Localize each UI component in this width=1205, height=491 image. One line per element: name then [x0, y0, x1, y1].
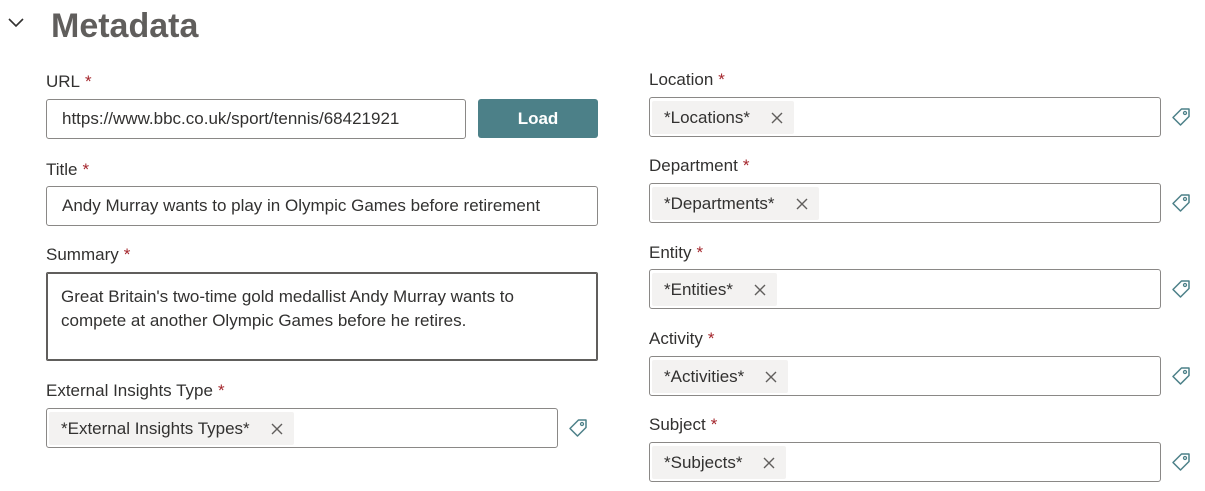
tag-icon[interactable] — [1169, 191, 1193, 215]
required-asterisk: * — [718, 70, 725, 89]
close-icon[interactable] — [762, 456, 776, 470]
tag-label: *Activities* — [664, 366, 745, 386]
required-asterisk: * — [707, 329, 715, 348]
url-label: URL * — [46, 72, 92, 91]
summary-line: compete at another Olympic Games before … — [61, 311, 467, 330]
summary-textarea[interactable]: Great Britain's two-time gold medallist … — [46, 272, 598, 361]
selected-tag: *Subjects* — [652, 446, 787, 479]
close-icon[interactable] — [764, 370, 778, 384]
subject-picker[interactable]: *Subjects* — [649, 442, 1161, 482]
department-label: Department * — [649, 156, 750, 175]
title-input[interactable]: Andy Murray wants to play in Olympic Gam… — [46, 186, 598, 226]
required-asterisk: * — [217, 381, 225, 400]
required-asterisk: * — [85, 72, 92, 91]
location-picker[interactable]: *Locations* — [649, 97, 1161, 137]
subject-label: Subject * — [649, 415, 718, 434]
tag-icon[interactable] — [1169, 450, 1193, 474]
tag-label: *Departments* — [664, 193, 775, 213]
section-title: Metadata — [51, 7, 199, 45]
summary-line: Great Britain's two-time gold medallist … — [61, 287, 514, 306]
tag-label: *Entities* — [664, 279, 733, 299]
tag-label: *External Insights Types* — [61, 418, 250, 438]
tag-icon[interactable] — [1169, 105, 1193, 129]
selected-tag: *Entities* — [652, 273, 777, 306]
close-icon[interactable] — [795, 197, 809, 211]
selected-tag: *Departments* — [652, 187, 819, 220]
external-insights-type-label: External Insights Type * — [46, 381, 225, 400]
location-label: Location * — [649, 70, 725, 89]
activity-label: Activity * — [649, 329, 715, 348]
tag-label: *Locations* — [664, 107, 751, 127]
required-asterisk: * — [123, 245, 131, 264]
title-label: Title * — [46, 160, 90, 179]
tag-icon[interactable] — [566, 416, 590, 440]
required-asterisk: * — [82, 160, 90, 179]
url-input[interactable]: https://www.bbc.co.uk/sport/tennis/68421… — [46, 99, 466, 139]
chevron-down-icon[interactable] — [6, 12, 26, 32]
required-asterisk: * — [696, 243, 704, 262]
tag-icon[interactable] — [1169, 277, 1193, 301]
selected-tag: *External Insights Types* — [49, 412, 294, 445]
selected-tag: *Activities* — [652, 360, 789, 393]
department-picker[interactable]: *Departments* — [649, 183, 1161, 223]
close-icon[interactable] — [753, 283, 767, 297]
required-asterisk: * — [710, 415, 718, 434]
summary-label: Summary * — [46, 245, 131, 264]
close-icon[interactable] — [270, 422, 284, 436]
tag-icon[interactable] — [1169, 364, 1193, 388]
external-insights-type-picker[interactable]: *External Insights Types* — [46, 408, 558, 448]
required-asterisk: * — [742, 156, 750, 175]
tag-label: *Subjects* — [664, 452, 743, 472]
selected-tag: *Locations* — [652, 101, 795, 134]
load-button[interactable]: Load — [478, 99, 598, 138]
entity-picker[interactable]: *Entities* — [649, 269, 1161, 309]
close-icon[interactable] — [770, 111, 784, 125]
activity-picker[interactable]: *Activities* — [649, 356, 1161, 396]
entity-label: Entity * — [649, 243, 704, 262]
